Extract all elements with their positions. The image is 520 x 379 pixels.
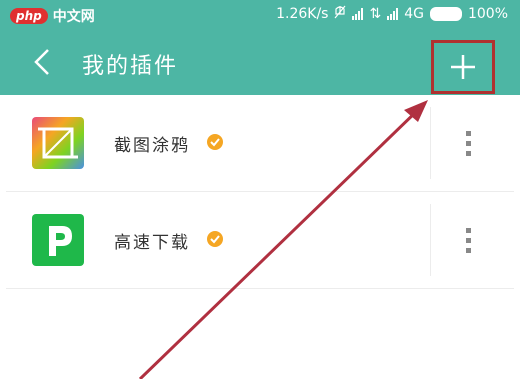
mute-icon — [334, 5, 346, 23]
verified-badge-icon — [206, 133, 224, 151]
more-dot — [465, 227, 471, 233]
divider — [430, 107, 431, 179]
add-plugin-button[interactable] — [431, 40, 495, 94]
status-bar: php 中文网 1.26K/s ⇅ 4G 100% — [0, 0, 520, 30]
list-item[interactable]: 高速下载 — [6, 192, 514, 289]
more-dot — [465, 140, 471, 146]
data-transfer-icon: ⇅ — [369, 6, 382, 22]
signal-icon-2 — [387, 8, 399, 20]
p-letter-icon — [32, 214, 84, 266]
list-item[interactable]: 截图涂鸦 — [6, 95, 514, 192]
watermark-php: php — [10, 8, 48, 24]
battery-icon — [429, 7, 462, 21]
more-dot — [465, 237, 471, 243]
more-options-button[interactable] — [456, 123, 480, 163]
more-dot — [465, 247, 471, 253]
chevron-left-icon — [34, 49, 49, 75]
battery-level: 100% — [467, 6, 508, 22]
divider — [430, 204, 431, 276]
more-options-button[interactable] — [456, 220, 480, 260]
signal-icon — [352, 8, 364, 20]
watermark-text: 中文网 — [52, 9, 95, 25]
more-dot — [465, 130, 471, 136]
crop-icon — [32, 117, 84, 169]
verified-badge-icon — [206, 230, 224, 248]
status-icons: 1.26K/s ⇅ 4G 100% — [276, 5, 508, 23]
plugin-name: 截图涂鸦 — [114, 136, 190, 156]
page-title: 我的插件 — [82, 54, 179, 79]
watermark-logo: php 中文网 — [10, 6, 95, 26]
plugin-list: 截图涂鸦 高速下载 — [0, 95, 520, 289]
network-type: 4G — [404, 6, 424, 22]
network-speed: 1.26K/s — [276, 6, 329, 22]
back-button[interactable] — [24, 44, 60, 80]
plugin-name: 高速下载 — [114, 233, 190, 253]
plus-icon — [451, 55, 475, 79]
more-dot — [465, 150, 471, 156]
app-toolbar: 我的插件 — [0, 30, 520, 95]
